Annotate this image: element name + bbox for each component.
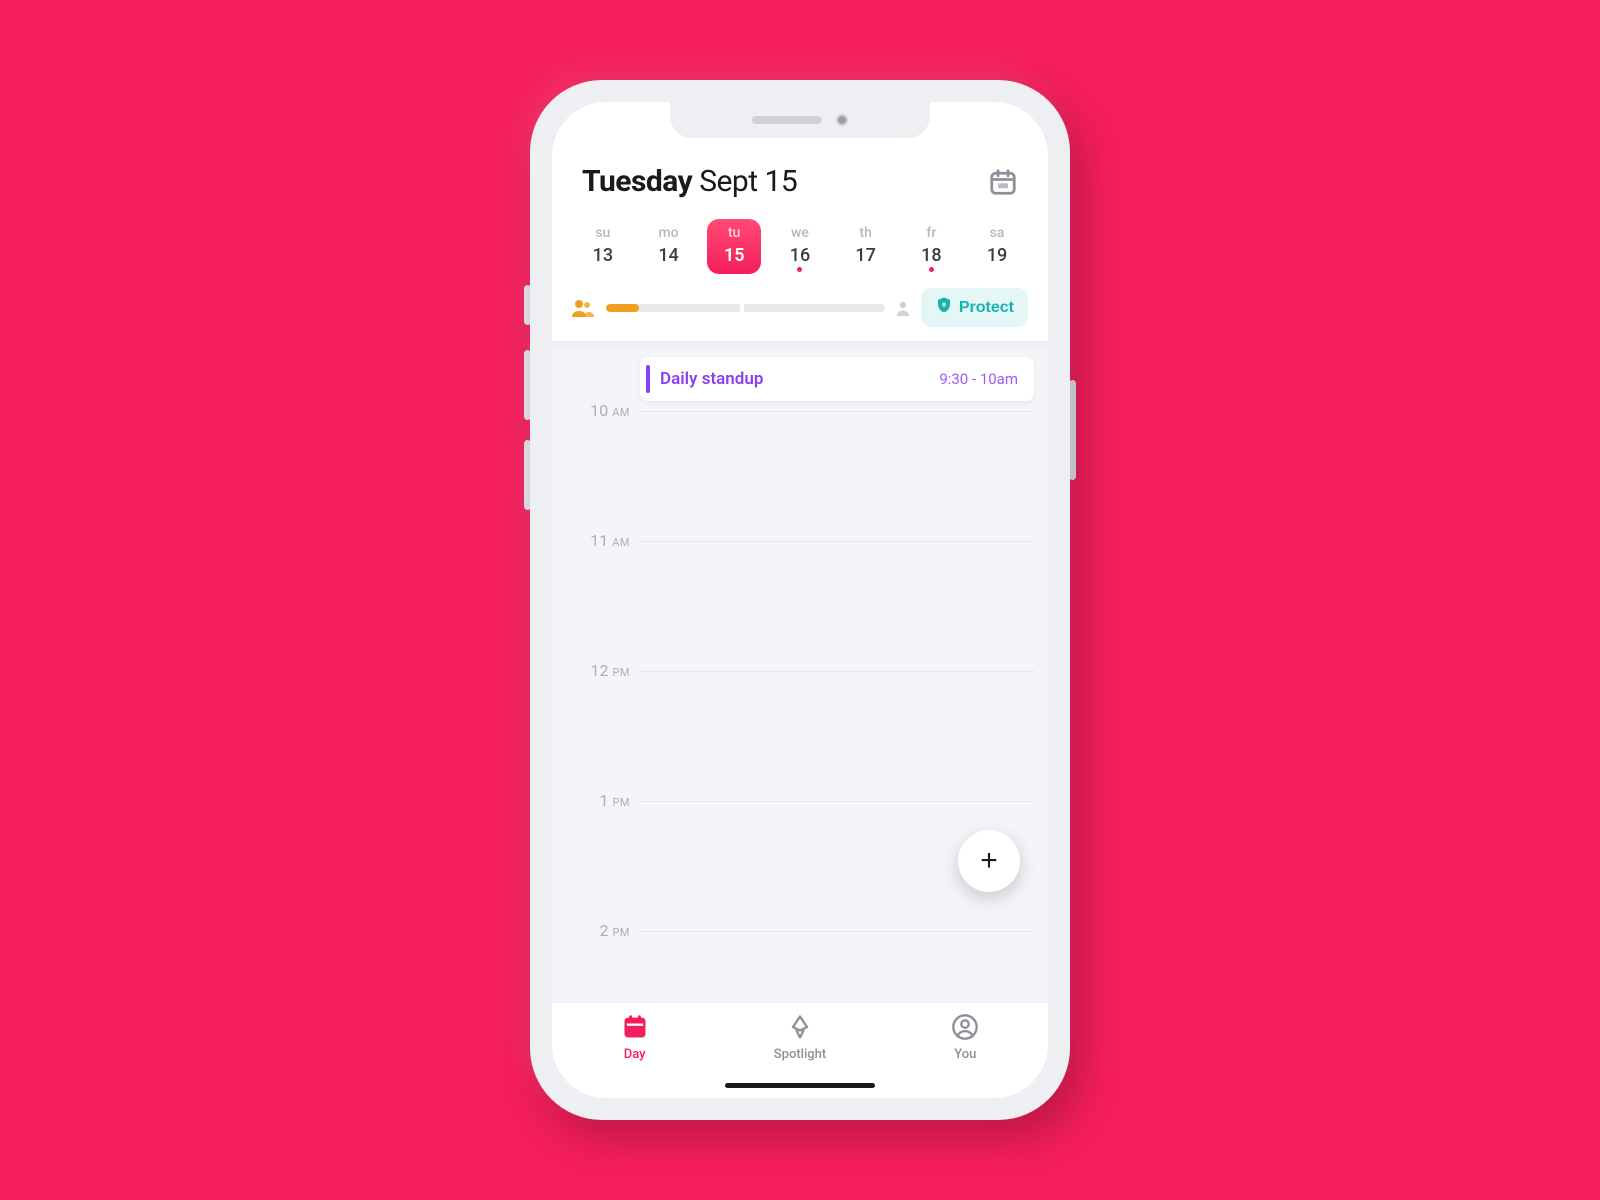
- daynum-label: 13: [593, 245, 613, 266]
- hour-line: [640, 671, 1034, 672]
- plus-icon: +: [980, 844, 998, 878]
- weekday-label: Tuesday: [582, 164, 692, 199]
- shield-icon: [935, 296, 953, 319]
- dow-label: sa: [990, 225, 1005, 241]
- calendar-day-icon: [621, 1013, 649, 1045]
- event-time: 9:30 - 10am: [939, 370, 1018, 388]
- calendar-icon[interactable]: [988, 167, 1018, 197]
- day-cell-sa[interactable]: sa 19: [970, 219, 1024, 274]
- dow-label: tu: [728, 225, 740, 241]
- hour-row: 12 PM: [552, 671, 1048, 801]
- dow-label: th: [859, 225, 871, 241]
- day-cell-fr[interactable]: fr 18: [904, 219, 958, 274]
- hour-line: [640, 931, 1034, 932]
- event-dot-icon: [929, 267, 934, 272]
- week-strip: su 13 mo 14 tu 15 we 16: [552, 209, 1048, 288]
- hour-label: 12 PM: [552, 661, 630, 680]
- hour-label: 2 PM: [552, 921, 630, 940]
- availability-fill: [606, 304, 639, 312]
- availability-row: Protect: [552, 288, 1048, 341]
- daynum-label: 16: [790, 245, 810, 266]
- nav-label: Day: [624, 1047, 646, 1062]
- event-title: Daily standup: [660, 369, 763, 389]
- nav-label: You: [954, 1047, 976, 1062]
- monthday-value: Sept 15: [699, 164, 797, 199]
- daynum-label: 19: [987, 245, 1007, 266]
- people-icon: [572, 299, 596, 317]
- hour-row: 2 PM: [552, 931, 1048, 1002]
- front-camera: [836, 114, 848, 126]
- hour-label: 1 PM: [552, 791, 630, 810]
- hour-label: 10 AM: [552, 401, 630, 420]
- hour-row: 10 AM: [552, 411, 1048, 541]
- day-cell-su[interactable]: su 13: [576, 219, 630, 274]
- day-cell-th[interactable]: th 17: [839, 219, 893, 274]
- hour-line: [640, 801, 1034, 802]
- daynum-label: 17: [855, 245, 875, 266]
- screen: Tuesday Sept 15 su: [552, 102, 1048, 1098]
- person-icon: [895, 300, 911, 316]
- dow-label: mo: [658, 225, 678, 241]
- speaker-grill: [752, 116, 822, 124]
- timeline[interactable]: Daily standup 9:30 - 10am 10 AM 11 AM: [552, 341, 1048, 1002]
- dow-label: we: [791, 225, 809, 241]
- hour-line: [640, 541, 1034, 542]
- dow-label: fr: [926, 225, 936, 241]
- availability-slider[interactable]: [606, 304, 885, 312]
- page-title: Tuesday Sept 15: [582, 164, 797, 199]
- nav-day[interactable]: Day: [575, 1013, 695, 1062]
- home-indicator[interactable]: [725, 1083, 875, 1088]
- day-cell-we[interactable]: we 16: [773, 219, 827, 274]
- event-card[interactable]: Daily standup 9:30 - 10am: [640, 357, 1034, 401]
- power-button: [1069, 380, 1076, 480]
- hour-label: 11 AM: [552, 531, 630, 550]
- nav-you[interactable]: You: [905, 1013, 1025, 1062]
- hour-row: 11 AM: [552, 541, 1048, 671]
- day-cell-tu[interactable]: tu 15: [707, 219, 761, 274]
- notch: [670, 102, 930, 138]
- hour-line: [640, 411, 1034, 412]
- protect-label: Protect: [959, 299, 1014, 317]
- daynum-label: 18: [921, 245, 941, 266]
- phone-frame: Tuesday Sept 15 su: [530, 80, 1070, 1120]
- user-icon: [951, 1013, 979, 1045]
- nav-spotlight[interactable]: Spotlight: [740, 1013, 860, 1062]
- nav-label: Spotlight: [774, 1047, 826, 1062]
- bottom-nav: Day Spotlight: [552, 1002, 1048, 1098]
- event-dot-icon: [797, 267, 802, 272]
- day-cell-mo[interactable]: mo 14: [642, 219, 696, 274]
- protect-button[interactable]: Protect: [921, 288, 1028, 327]
- spotlight-icon: [786, 1013, 814, 1045]
- daynum-label: 14: [658, 245, 678, 266]
- dow-label: su: [595, 225, 610, 241]
- daynum-label: 15: [724, 245, 745, 266]
- add-event-button[interactable]: +: [958, 830, 1020, 892]
